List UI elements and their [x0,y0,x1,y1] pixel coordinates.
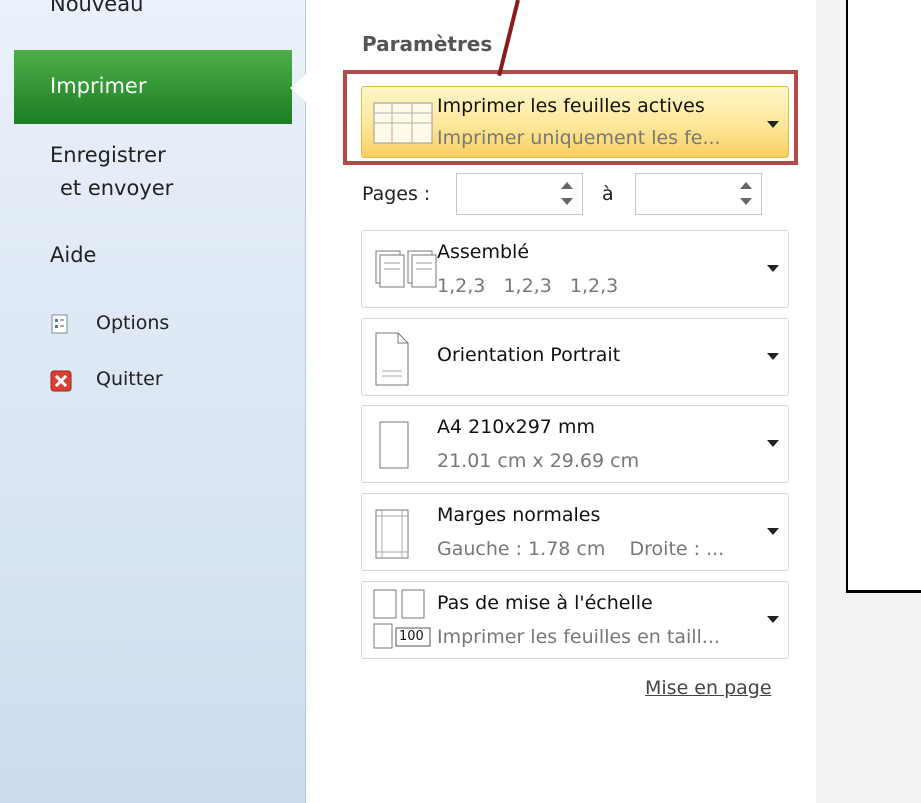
pages-label: Pages : [362,183,431,205]
scaling-subtitle: Imprimer les feuilles en taill... [437,626,720,648]
pages-from-stepper[interactable] [456,173,583,215]
pages-to-label: à [602,183,614,205]
spin-up-icon[interactable] [740,182,752,189]
chevron-down-icon [767,440,779,447]
chevron-down-icon [767,265,779,272]
margins-title: Marges normales [437,504,601,526]
backstage-sidebar: Nouveau Imprimer Enregistrer et envoyer … [0,0,306,803]
active-pointer-arrow [290,74,306,102]
margins-dropdown[interactable]: Marges normales Gauche : 1.78 cm Droite … [361,493,789,571]
orientation-title: Orientation Portrait [437,344,621,366]
close-icon [50,370,72,392]
spin-down-icon[interactable] [561,198,573,205]
scale-100-label: 100 [399,629,424,644]
collate-title: Assemblé [437,241,530,263]
nav-options-label: Options [96,312,170,334]
highlight-box [343,70,798,165]
nav-enregistrer-line1[interactable]: Enregistrer [50,143,166,167]
settings-title: Paramètres [362,32,493,56]
portrait-page-icon [372,331,412,391]
options-icon [50,314,70,334]
margins-icon [372,506,412,566]
paper-size-title: A4 210x297 mm [437,416,595,438]
collate-icon [372,243,438,297]
scaling-icon: 100 [372,588,434,654]
orientation-dropdown[interactable]: Orientation Portrait [361,318,789,396]
nav-imprimer[interactable]: Imprimer [14,50,292,124]
chevron-down-icon [767,528,779,535]
print-preview-area [816,0,921,803]
nav-enregistrer-line2[interactable]: et envoyer [60,176,173,200]
chevron-down-icon [767,616,779,623]
nav-aide[interactable]: Aide [50,243,96,267]
margins-subtitle: Gauche : 1.78 cm Droite : ... [437,538,725,560]
collate-subtitle: 1,2,3 1,2,3 1,2,3 [437,275,619,297]
paper-size-subtitle: 21.01 cm x 29.69 cm [437,450,640,472]
preview-page [846,0,921,593]
chevron-down-icon [767,353,779,360]
page-setup-link[interactable]: Mise en page [645,677,772,699]
spin-down-icon[interactable] [740,198,752,205]
paper-size-dropdown[interactable]: A4 210x297 mm 21.01 cm x 29.69 cm [361,405,789,483]
scaling-dropdown[interactable]: 100 Pas de mise à l'échelle Imprimer les… [361,581,789,659]
scaling-title: Pas de mise à l'échelle [437,592,653,614]
pages-to-stepper[interactable] [635,173,762,215]
nav-quitter-label: Quitter [96,368,163,390]
nav-imprimer-label: Imprimer [50,74,147,98]
collate-dropdown[interactable]: Assemblé 1,2,3 1,2,3 1,2,3 [361,230,789,308]
nav-nouveau[interactable]: Nouveau [50,0,143,16]
spin-up-icon[interactable] [561,182,573,189]
paper-icon [372,418,412,478]
